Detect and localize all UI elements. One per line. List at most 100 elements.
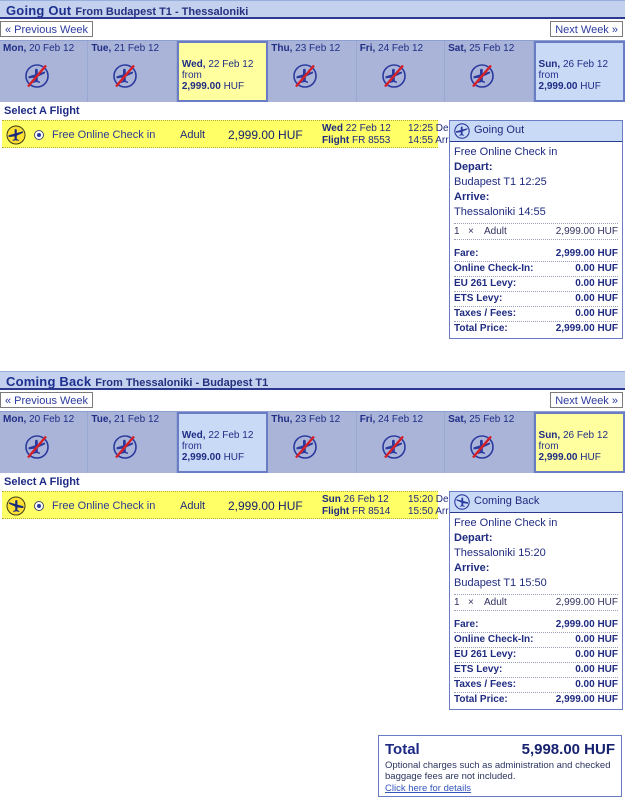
flight-select-radio[interactable]: [34, 130, 44, 140]
flight-select-radio[interactable]: [34, 501, 44, 511]
flight-date-and-number: Sun 26 Feb 12 Flight FR 8514: [322, 494, 391, 517]
day-cell-sun[interactable]: Sun, 26 Feb 12 from 2,999.00 HUF: [533, 41, 625, 102]
passenger-multiplier: ×: [468, 226, 474, 237]
previous-week-button[interactable]: « Previous Week: [0, 21, 93, 37]
summary-header: Going Out: [450, 121, 622, 142]
summary-depart-value: Budapest T1 12:25: [454, 176, 547, 188]
day-cell-from-label: from: [538, 441, 559, 452]
fee-label: ETS Levy:: [454, 293, 503, 304]
summary-body: Free Online Check in Depart: Thessalonik…: [450, 513, 622, 709]
fee-label: Fare:: [454, 619, 479, 630]
day-cell-label: Mon, 20 Feb 12: [3, 414, 75, 425]
day-cell-tue[interactable]: Tue, 21 Feb 12: [88, 41, 177, 102]
day-cell-label: Wed, 22 Feb 12: [181, 59, 254, 70]
fee-label: Taxes / Fees:: [454, 308, 517, 319]
flight-area-going-out: Free Online Check in Adult 2,999.00 HUF …: [0, 120, 625, 360]
fee-row-eu261-levy: EU 261 Levy: 0.00 HUF: [454, 648, 618, 663]
passenger-quantity: 1: [454, 226, 460, 237]
day-cell-price: 2,999.00 HUF: [538, 452, 601, 463]
summary-passenger-row: 1 × Adult 2,999.00 HUF: [454, 594, 618, 611]
fee-amount: 2,999.00 HUF: [555, 248, 618, 259]
summary-passenger-row: 1 × Adult 2,999.00 HUF: [454, 223, 618, 240]
next-week-button[interactable]: Next Week »: [550, 21, 623, 37]
summary-fare-name: Free Online Check in: [454, 517, 558, 529]
day-cell-sat[interactable]: Sat, 25 Feb 12: [445, 412, 534, 473]
airplane-icon: [6, 125, 26, 145]
flight-price: 2,999.00 HUF: [228, 499, 303, 513]
passenger-amount: 2,999.00 HUF: [555, 597, 618, 608]
fee-row-total-price: Total Price: 2,999.00 HUF: [454, 693, 618, 707]
summary-panel-coming-back: Coming Back Free Online Check in Depart:…: [449, 491, 623, 710]
journey-section-coming-back: Coming Back From Thessaloniki - Budapest …: [0, 371, 625, 731]
no-flight-icon: [470, 435, 494, 459]
day-cell-wed[interactable]: Wed, 22 Feb 12 from 2,999.00 HUF: [176, 412, 269, 473]
day-cell-fri[interactable]: Fri, 24 Feb 12: [356, 412, 446, 473]
fee-label: EU 261 Levy:: [454, 278, 517, 289]
fee-amount: 2,999.00 HUF: [555, 619, 618, 630]
fee-row-fare: Fare: 2,999.00 HUF: [454, 618, 618, 633]
summary-arrive-label: Arrive:: [454, 191, 490, 203]
passenger-type-label: Adult: [180, 129, 206, 141]
day-cell-sun-selected[interactable]: Sun, 26 Feb 12 from 2,999.00 HUF: [533, 412, 625, 473]
day-cell-label: Sat, 25 Feb 12: [448, 414, 515, 425]
day-cell-label: Thu, 23 Feb 12: [271, 43, 341, 54]
grand-total-row: Total 5,998.00 HUF: [385, 741, 615, 758]
summary-depart-value: Thessaloniki 15:20: [454, 547, 546, 559]
day-cell-sat[interactable]: Sat, 25 Feb 12: [445, 41, 534, 102]
fee-amount: 0.00 HUF: [575, 649, 618, 660]
day-cell-label: Sun, 26 Feb 12: [538, 59, 609, 70]
day-cell-thu[interactable]: Thu, 23 Feb 12: [268, 41, 357, 102]
flight-option-row[interactable]: Free Online Check in Adult 2,999.00 HUF …: [2, 120, 466, 148]
fee-amount: 0.00 HUF: [575, 263, 618, 274]
fee-row-ets-levy: ETS Levy: 0.00 HUF: [454, 292, 618, 307]
day-cell-fri[interactable]: Fri, 24 Feb 12: [356, 41, 446, 102]
summary-header-label: Going Out: [474, 124, 525, 136]
day-cell-from-label: from: [181, 70, 202, 81]
next-week-button[interactable]: Next Week »: [550, 392, 623, 408]
summary-depart-label: Depart:: [454, 161, 493, 173]
flight-option-row[interactable]: Free Online Check in Adult 2,999.00 HUF …: [2, 491, 466, 519]
week-strip-coming-back: Mon, 20 Feb 12 Tue, 21 Feb 12 Wed, 22 Fe…: [0, 412, 625, 473]
flight-price: 2,999.00 HUF: [228, 128, 303, 142]
airplane-icon: [6, 496, 26, 516]
fee-amount: 0.00 HUF: [575, 634, 618, 645]
fee-row-fare: Fare: 2,999.00 HUF: [454, 247, 618, 262]
week-navigation-going-out: « Previous Week Next Week »: [0, 19, 625, 41]
no-flight-icon: [293, 435, 318, 459]
flight-area-coming-back: Free Online Check in Adult 2,999.00 HUF …: [0, 491, 625, 731]
summary-depart-label: Depart:: [454, 532, 493, 544]
no-flight-icon: [470, 64, 494, 88]
fee-row-online-checkin: Online Check-In: 0.00 HUF: [454, 633, 618, 648]
summary-arrive-value: Thessaloniki 14:55: [454, 206, 546, 218]
previous-week-button[interactable]: « Previous Week: [0, 392, 93, 408]
fee-label: Fare:: [454, 248, 479, 259]
day-cell-label: Fri, 24 Feb 12: [359, 43, 424, 54]
day-cell-thu[interactable]: Thu, 23 Feb 12: [268, 412, 357, 473]
summary-spacer: [454, 611, 618, 618]
passenger-amount: 2,999.00 HUF: [555, 226, 618, 237]
day-cell-wed-selected[interactable]: Wed, 22 Feb 12 from 2,999.00 HUF: [176, 41, 269, 102]
fee-amount: 0.00 HUF: [575, 293, 618, 304]
fee-amount: 2,999.00 HUF: [555, 694, 618, 705]
day-cell-mon[interactable]: Mon, 20 Feb 12: [0, 412, 89, 473]
fare-type-label: Free Online Check in: [52, 500, 156, 512]
details-link[interactable]: Click here for details: [385, 783, 471, 794]
grand-total-box: Total 5,998.00 HUF Optional charges such…: [378, 735, 622, 797]
return-plane-icon: [454, 494, 470, 510]
day-cell-mon[interactable]: Mon, 20 Feb 12: [0, 41, 89, 102]
select-a-flight-header: Select A Flight: [0, 473, 625, 491]
fee-row-total-price: Total Price: 2,999.00 HUF: [454, 322, 618, 336]
summary-header-label: Coming Back: [474, 495, 540, 507]
day-cell-price: 2,999.00 HUF: [181, 452, 245, 463]
day-cell-from-label: from: [538, 70, 559, 81]
day-cell-tue[interactable]: Tue, 21 Feb 12: [88, 412, 177, 473]
summary-arrive-label: Arrive:: [454, 562, 490, 574]
day-cell-label: Tue, 21 Feb 12: [91, 43, 160, 54]
summary-header: Coming Back: [450, 492, 622, 513]
day-cell-label: Mon, 20 Feb 12: [3, 43, 75, 54]
week-strip-going-out: Mon, 20 Feb 12 Tue, 21 Feb 12 Wed, 22 Fe…: [0, 41, 625, 102]
summary-body: Free Online Check in Depart: Budapest T1…: [450, 142, 622, 338]
fee-amount: 2,999.00 HUF: [555, 323, 618, 334]
summary-panel-going-out: Going Out Free Online Check in Depart: B…: [449, 120, 623, 339]
grand-total-label: Total: [385, 741, 420, 758]
